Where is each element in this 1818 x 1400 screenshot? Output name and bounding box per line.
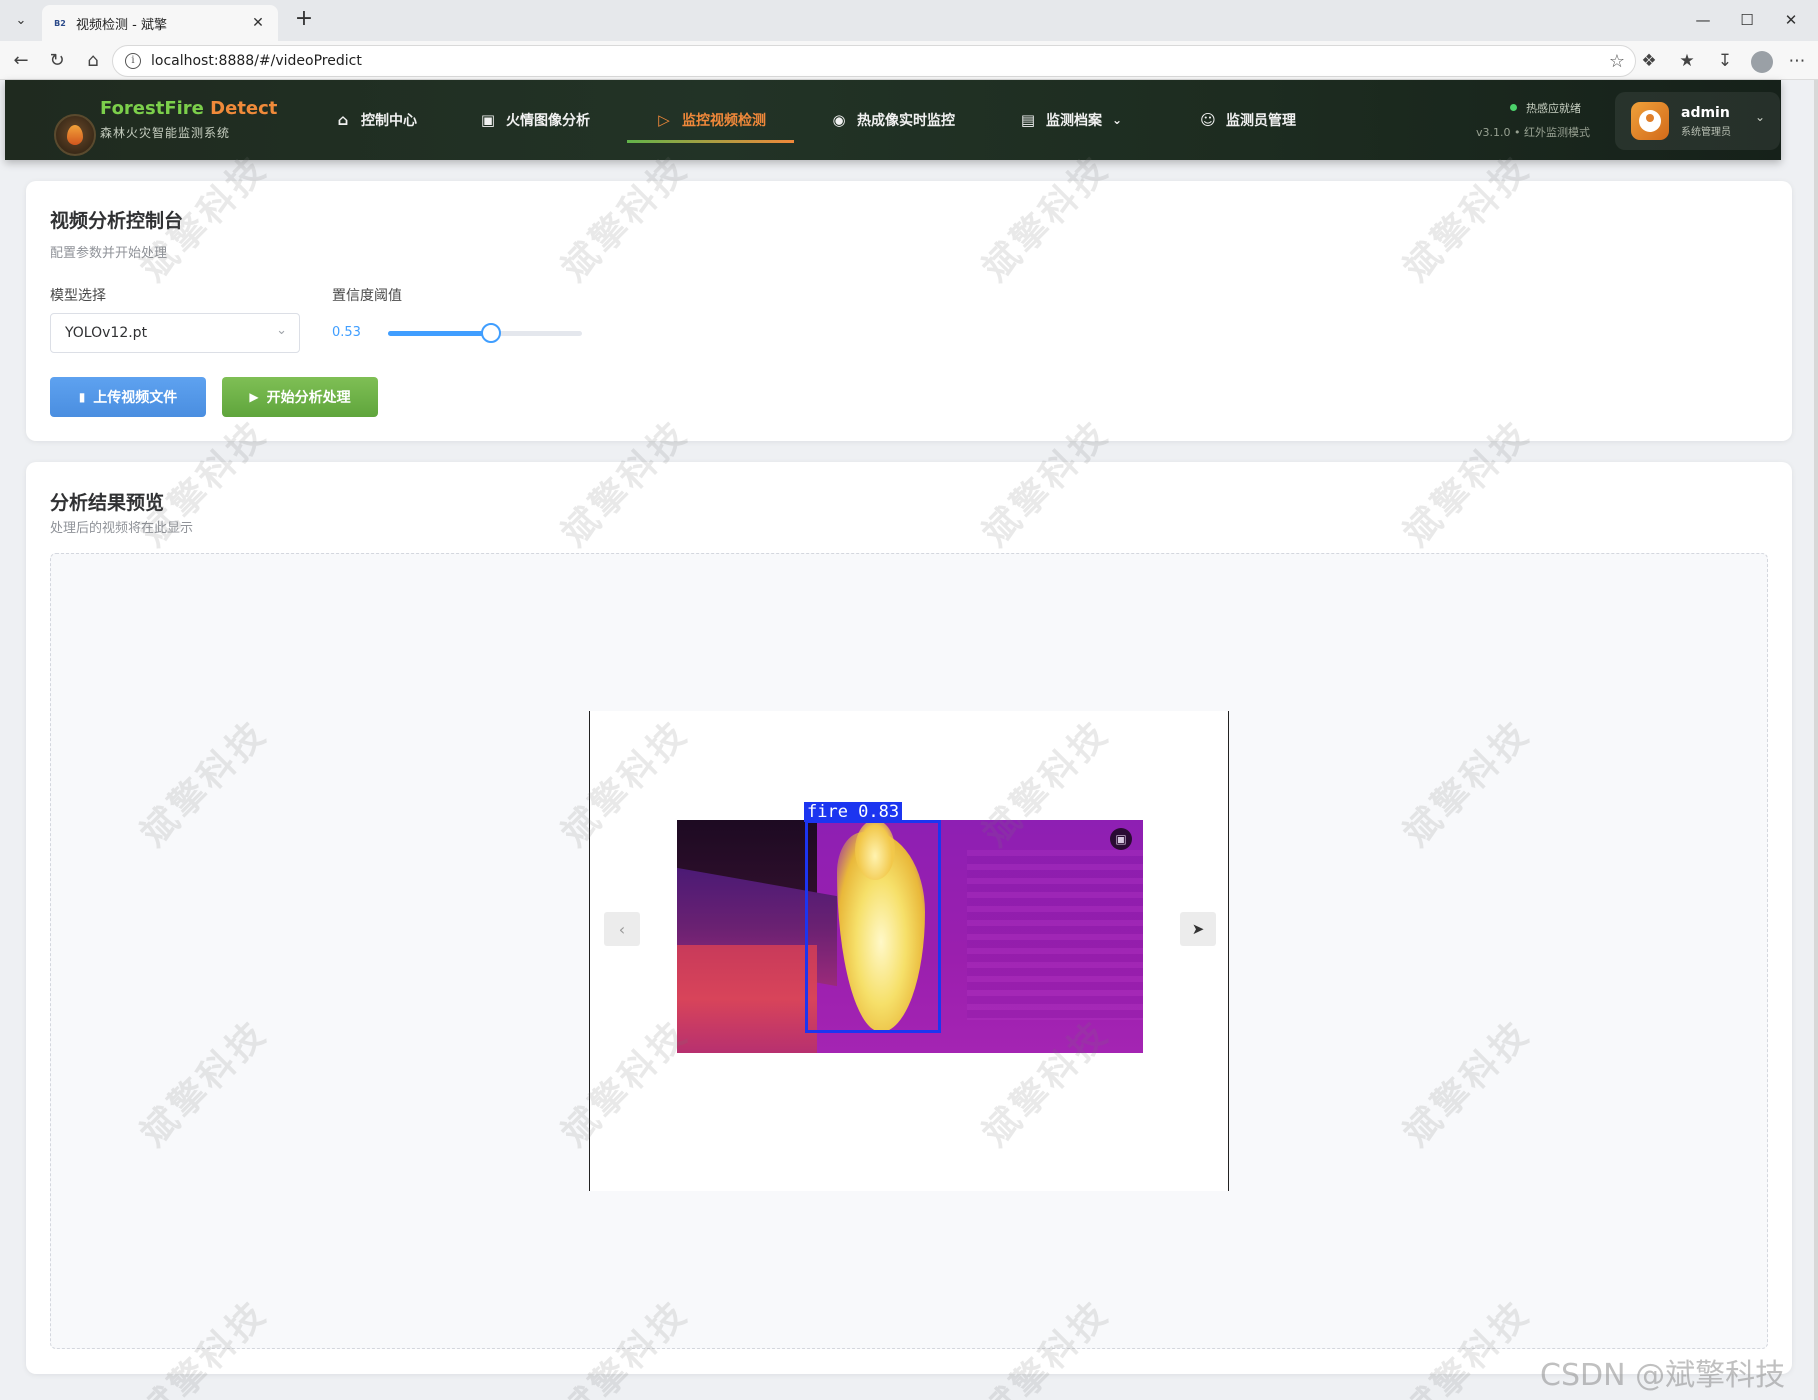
brand-subtitle: 森林火灾智能监测系统 — [100, 126, 231, 140]
detection-box — [805, 820, 941, 1033]
user-role: 系统管理员 — [1681, 127, 1731, 138]
chevron-down-icon: ⌄ — [15, 12, 27, 28]
new-tab-button[interactable]: + — [290, 6, 318, 34]
url-text: localhost:8888/#/videoPredict — [151, 53, 362, 69]
slider-fill — [388, 331, 491, 336]
nav-item-label: 监测员管理 — [1226, 113, 1296, 129]
model-select-label: 模型选择 — [50, 288, 106, 304]
address-bar[interactable]: i localhost:8888/#/videoPredict ☆ — [112, 45, 1636, 77]
upload-button-label: 上传视频文件 — [93, 390, 178, 406]
document-icon: ▤ — [1020, 111, 1036, 129]
thermal-hot-wall — [677, 945, 817, 1053]
nav-item-label: 监控视频检测 — [682, 113, 766, 129]
model-select[interactable]: YOLOv12.pt ⌄ — [50, 313, 300, 353]
video-play-icon: ▷ — [658, 111, 670, 129]
avatar — [1631, 102, 1669, 140]
browser-toolbar: ← ↻ ⌂ i localhost:8888/#/videoPredict ☆ … — [0, 41, 1818, 80]
home-icon: ⌂ — [337, 111, 349, 129]
confidence-label: 置信度阈值 — [332, 288, 402, 304]
flame-icon — [67, 125, 83, 145]
thermal-wall-texture — [967, 850, 1143, 1020]
tab-title: 视频检测 - 斌擎 — [76, 17, 167, 33]
tab-strip: ⌄ B2 视频检测 - 斌擎 ✕ + — ☐ ✕ — [0, 0, 1818, 41]
favicon-icon: B2 — [54, 18, 66, 28]
next-frame-button[interactable]: ➤ — [1180, 912, 1216, 946]
window-close-button[interactable]: ✕ — [1776, 6, 1806, 34]
nav-item-label: 火情图像分析 — [506, 113, 590, 129]
user-name: admin — [1681, 105, 1730, 121]
profile-avatar[interactable] — [1751, 51, 1773, 73]
back-button[interactable]: ← — [6, 46, 36, 76]
nav-item-label: 监测档案 — [1046, 113, 1102, 129]
chevron-down-icon: ⌄ — [1755, 110, 1766, 124]
extensions-icon[interactable]: ❖ — [1634, 46, 1664, 76]
play-icon: ▶ — [249, 390, 259, 404]
chevron-left-icon: ‹ — [618, 919, 626, 939]
brand-title-detect: Detect — [210, 98, 278, 119]
nav-item-staff-management[interactable]: ☺ 监测员管理 — [1198, 80, 1296, 160]
status-indicator-dot — [1510, 104, 1517, 111]
brand-logo — [54, 114, 96, 156]
window-edge — [1814, 80, 1818, 1400]
cursor-icon: ➤ — [1191, 920, 1205, 938]
brand-title: ForestFire Detect — [100, 98, 277, 119]
version-text: v3.1.0 • 红外监测模式 — [1476, 126, 1590, 139]
result-panel-subtitle: 处理后的视频将在此显示 — [50, 521, 194, 536]
brand-title-forestfire: ForestFire — [100, 98, 204, 119]
model-select-value: YOLOv12.pt — [65, 325, 148, 341]
upload-video-button[interactable]: ▮ 上传视频文件 — [50, 377, 206, 417]
more-icon[interactable]: ⋯ — [1782, 46, 1812, 76]
confidence-value: 0.53 — [332, 325, 361, 340]
download-icon[interactable]: ↧ — [1710, 46, 1740, 76]
status-text: 热感应就绪 — [1526, 102, 1581, 115]
browser-tab[interactable]: B2 视频检测 - 斌擎 ✕ — [42, 5, 278, 41]
info-icon[interactable]: i — [125, 53, 141, 69]
slider-thumb[interactable] — [480, 323, 501, 343]
home-button[interactable]: ⌂ — [78, 46, 108, 76]
browser-chrome: ⌄ B2 视频检测 - 斌擎 ✕ + — ☐ ✕ ← ↻ ⌂ i localho… — [0, 0, 1818, 80]
user-menu[interactable]: admin 系统管理员 ⌄ — [1615, 92, 1780, 150]
result-panel-title: 分析结果预览 — [50, 492, 165, 514]
active-nav-underline — [627, 140, 794, 143]
minimize-button[interactable]: — — [1688, 6, 1718, 34]
start-analysis-button[interactable]: ▶ 开始分析处理 — [222, 377, 378, 417]
previous-frame-button[interactable]: ‹ — [604, 912, 640, 946]
nav-item-records[interactable]: ▤ 监测档案 ⌄ — [1018, 80, 1122, 160]
nav-item-control-center[interactable]: ⌂ 控制中心 — [333, 80, 417, 160]
nav-item-thermal-monitor[interactable]: ◉ 热成像实时监控 — [829, 80, 955, 160]
confidence-slider[interactable] — [388, 323, 582, 343]
start-button-label: 开始分析处理 — [266, 390, 351, 406]
fullscreen-icon[interactable]: ▣ — [1110, 828, 1132, 850]
file-icon: ▮ — [78, 390, 86, 404]
nav-item-label: 热成像实时监控 — [857, 113, 955, 129]
image-icon: ▣ — [480, 111, 496, 129]
user-icon: ☺ — [1200, 111, 1216, 129]
control-panel-title: 视频分析控制台 — [50, 210, 184, 232]
nav-item-label: 控制中心 — [361, 113, 417, 129]
chevron-down-icon: ⌄ — [1112, 113, 1123, 127]
maximize-button[interactable]: ☐ — [1732, 6, 1762, 34]
nav-item-image-analysis[interactable]: ▣ 火情图像分析 — [478, 80, 590, 160]
chevron-down-icon: ⌄ — [276, 323, 287, 338]
tab-list-button[interactable]: ⌄ — [8, 7, 34, 33]
star-icon[interactable]: ☆ — [1609, 51, 1625, 72]
detection-label: fire 0.83 — [804, 802, 903, 822]
favorites-icon[interactable]: ★ — [1672, 46, 1702, 76]
footer-watermark: CSDN @斌擎科技 — [1540, 1358, 1786, 1393]
control-panel-subtitle: 配置参数并开始处理 — [50, 246, 168, 261]
close-icon[interactable]: ✕ — [248, 15, 268, 31]
nav-item-video-detection[interactable]: ▷ 监控视频检测 — [654, 80, 766, 160]
user-icon — [1639, 110, 1661, 132]
camera-icon: ◉ — [832, 111, 846, 129]
reload-button[interactable]: ↻ — [42, 46, 72, 76]
